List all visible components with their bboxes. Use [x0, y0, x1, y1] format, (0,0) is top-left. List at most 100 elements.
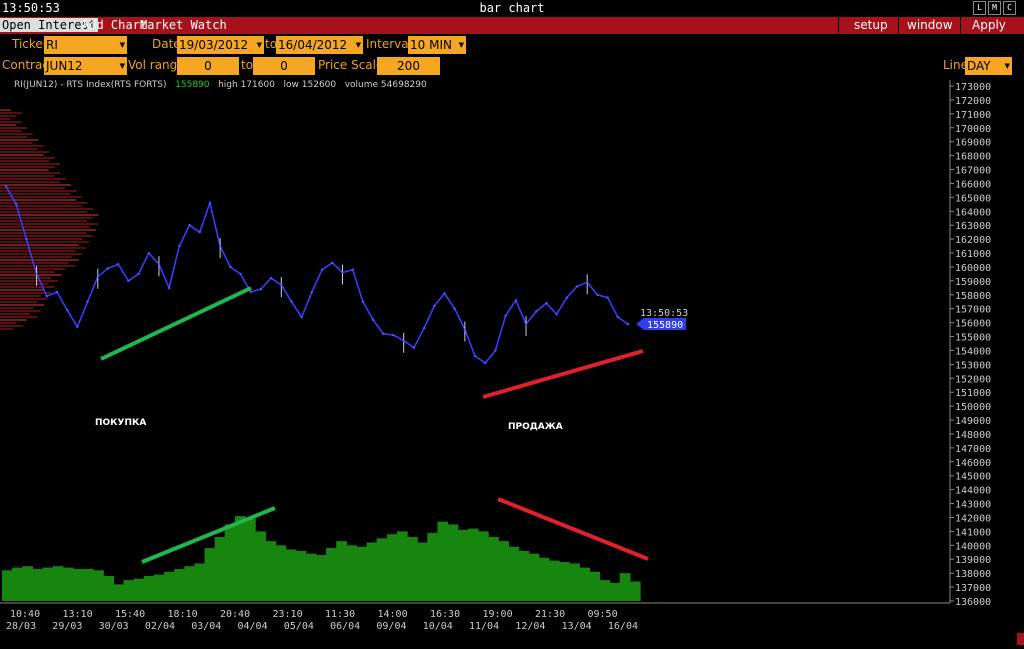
- price-point: [412, 346, 416, 349]
- open-interest-bar: [255, 531, 266, 601]
- volume-profile: [0, 109, 99, 330]
- open-interest-bar: [123, 580, 135, 601]
- price-point: [218, 244, 222, 248]
- annotation-buy: ПОКУПКА: [95, 418, 146, 428]
- trend-lines: [100, 286, 649, 564]
- oi-sell-trend-line: [497, 497, 649, 561]
- y-tick-label: 171000: [955, 110, 991, 121]
- price-point: [524, 322, 528, 326]
- y-tick-label: 154000: [955, 346, 991, 357]
- price-point: [280, 283, 283, 287]
- x-tick-time: 14:00: [378, 609, 408, 620]
- open-interest-bar: [619, 573, 631, 601]
- y-tick-label: 138000: [955, 569, 991, 580]
- y-tick-label: 143000: [955, 500, 991, 511]
- x-tick-time: 11:30: [325, 609, 355, 620]
- x-tick-date: 04/04: [238, 621, 268, 632]
- x-tick-time: 15:40: [115, 609, 145, 620]
- price-point: [402, 339, 405, 342]
- y-tick-label: 156000: [955, 319, 991, 330]
- x-tick-date: 11/04: [469, 621, 499, 632]
- y-tick-label: 165000: [955, 193, 991, 204]
- open-interest-bar: [518, 550, 530, 601]
- open-interest-bar: [234, 516, 246, 601]
- price-point: [300, 315, 303, 319]
- last-time-label: 13:50:53: [640, 308, 688, 319]
- y-tick-label: 167000: [955, 166, 991, 177]
- open-interest-bar: [143, 575, 155, 601]
- y-tick-label: 168000: [955, 152, 991, 163]
- open-interest-bar: [569, 563, 580, 601]
- y-tick-label: 169000: [955, 138, 991, 149]
- open-interest-bar: [457, 530, 469, 601]
- open-interest-bar: [72, 568, 84, 601]
- open-interest-bar: [548, 560, 560, 601]
- y-tick-label: 172000: [955, 96, 991, 107]
- price-point: [208, 201, 212, 205]
- price-series: [4, 185, 630, 365]
- x-tick-date: 05/04: [284, 621, 314, 632]
- open-interest-bar: [184, 566, 196, 601]
- y-tick-label: 144000: [955, 486, 991, 497]
- price-point: [106, 267, 110, 270]
- open-interest-bar: [245, 518, 256, 601]
- x-tick-time: 18:10: [168, 609, 198, 620]
- y-tick-label: 153000: [955, 360, 991, 371]
- price-point: [157, 262, 161, 266]
- x-tick-date: 30/03: [99, 621, 129, 632]
- y-tick-label: 173000: [955, 82, 991, 93]
- price-point: [392, 333, 395, 337]
- last-price-label: 155890: [647, 320, 683, 331]
- y-tick-label: 160000: [955, 263, 991, 274]
- x-tick-time: 20:40: [220, 609, 250, 620]
- price-point: [565, 296, 569, 299]
- price-point: [616, 315, 620, 319]
- open-interest-bar: [12, 567, 23, 601]
- price-point: [433, 304, 436, 308]
- y-tick-label: 151000: [955, 388, 991, 399]
- open-interest-bar: [629, 581, 641, 601]
- y-tick-label: 155000: [955, 333, 991, 344]
- open-interest-bar: [538, 557, 550, 601]
- price-point: [249, 290, 252, 294]
- x-tick-date: 02/04: [145, 621, 175, 632]
- price-point: [351, 268, 354, 271]
- price-point: [320, 268, 324, 271]
- price-point: [198, 230, 201, 234]
- open-interest-bar: [194, 563, 206, 601]
- open-interest-bar: [336, 541, 347, 601]
- x-axis: 10:40 13:10 15:40 18:10 20:40 23:10 11:30 14:00…: [0, 602, 950, 632]
- y-tick-label: 139000: [955, 555, 991, 566]
- price-point: [116, 262, 120, 266]
- open-interest-bar: [467, 528, 479, 601]
- y-tick-label: 157000: [955, 305, 991, 316]
- price-point: [341, 271, 344, 274]
- price-point: [25, 237, 28, 241]
- open-interest-bar: [305, 553, 317, 601]
- open-interest-bar: [427, 532, 439, 601]
- y-tick-label: 152000: [955, 374, 991, 385]
- open-interest-bar: [204, 548, 216, 601]
- corner-marker: [1017, 633, 1024, 645]
- price-point: [55, 290, 59, 294]
- bar-chart: 173000 172000 171000 170000 169000 168000 1670…: [0, 80, 991, 632]
- price-point: [96, 275, 99, 278]
- open-interest-bar: [437, 521, 449, 601]
- x-tick-time: 13:10: [63, 609, 93, 620]
- price-point: [596, 293, 599, 296]
- open-interest-bar: [214, 536, 226, 601]
- y-tick-label: 145000: [955, 472, 991, 483]
- buy-trend-line: [100, 286, 252, 361]
- y-axis: 173000 172000 171000 170000 169000 168000 1670…: [949, 80, 991, 608]
- y-tick-label: 140000: [955, 541, 991, 552]
- y-tick-label: 164000: [955, 207, 991, 218]
- price-point: [545, 301, 548, 305]
- open-interest-area: [2, 516, 641, 601]
- open-interest-bar: [285, 549, 297, 601]
- price-point: [127, 279, 130, 283]
- open-interest-bar: [447, 524, 459, 601]
- price-point: [229, 265, 232, 269]
- y-tick-label: 162000: [955, 235, 991, 246]
- open-interest-bar: [32, 568, 44, 601]
- open-interest-bar: [366, 542, 378, 601]
